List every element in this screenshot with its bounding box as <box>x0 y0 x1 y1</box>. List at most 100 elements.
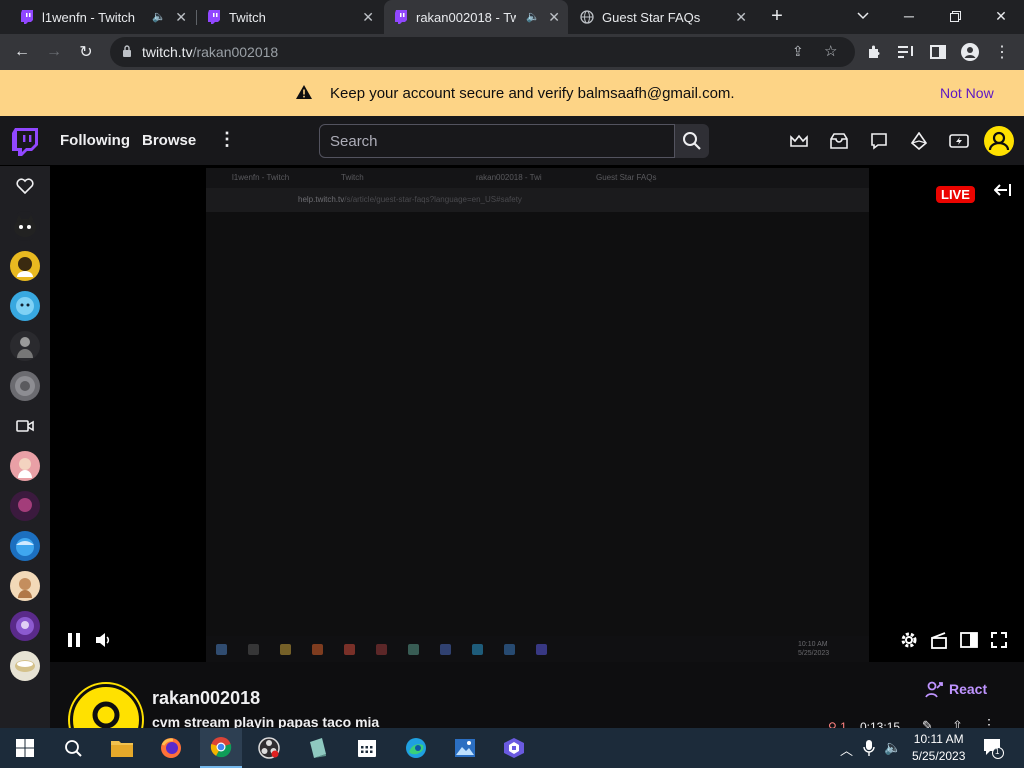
chrome-menu-icon[interactable]: ⋮ <box>990 40 1014 64</box>
react-button[interactable]: React <box>925 680 987 698</box>
captured-firefox-icon <box>312 644 323 655</box>
sidebar-channel-avatar[interactable] <box>10 611 40 641</box>
sidebar-channel-avatar[interactable] <box>10 651 40 681</box>
speaker-icon[interactable]: 🔈 <box>526 10 540 23</box>
twitch-favicon-icon <box>20 10 34 24</box>
forward-icon[interactable]: → <box>42 40 66 64</box>
windows-start-icon[interactable] <box>12 736 38 760</box>
captured-url-path: /s/article/guest-star-faqs?language=en_U… <box>344 195 522 204</box>
app-shortcut-icon[interactable] <box>305 736 331 760</box>
theatre-mode-button[interactable] <box>958 629 980 651</box>
captured-app-icon <box>408 644 419 655</box>
profile-icon[interactable] <box>958 40 982 64</box>
collapse-chat-icon[interactable] <box>993 182 1012 203</box>
captured-date: 5/25/2023 <box>798 650 830 657</box>
notification-bell-icon[interactable]: ✎ <box>922 718 933 728</box>
channel-avatar[interactable] <box>70 684 142 728</box>
share-icon[interactable]: ⇪ <box>792 43 804 60</box>
notifications-icon[interactable] <box>982 737 1004 764</box>
browser-tab-twitch[interactable]: Twitch ✕ <box>197 0 382 34</box>
restore-button[interactable] <box>932 0 978 32</box>
close-tab-icon[interactable]: ✕ <box>175 9 187 26</box>
taskbar-search-icon[interactable] <box>60 736 86 760</box>
close-tab-icon[interactable]: ✕ <box>735 9 747 26</box>
captured-search-icon <box>248 644 259 655</box>
pause-icon <box>68 633 80 647</box>
sidebar-channel-avatar[interactable] <box>10 291 40 321</box>
microphone-icon[interactable] <box>863 739 875 762</box>
whispers-icon[interactable] <box>868 130 890 152</box>
browser-tab-guest-star-faqs[interactable]: Guest Star FAQs ✕ <box>570 0 755 34</box>
browse-link[interactable]: Browse <box>142 132 196 149</box>
sidebar-channel-avatar[interactable] <box>10 531 40 561</box>
warning-icon <box>295 84 313 105</box>
more-options-icon[interactable]: ⋮ <box>982 716 996 728</box>
sidebar-channel-avatar[interactable] <box>10 331 40 361</box>
edge-icon[interactable] <box>403 736 429 760</box>
browser-tab-rakan002018[interactable]: rakan002018 - Twi 🔈 ✕ <box>384 0 568 34</box>
sidebar-channel-avatar[interactable] <box>10 451 40 481</box>
video-player[interactable]: l1wenfn - Twitch Twitch rakan002018 - Tw… <box>50 166 1024 662</box>
sidebar-channel-avatar[interactable] <box>10 251 40 281</box>
reload-icon[interactable]: ↻ <box>74 40 98 64</box>
volume-tray-icon[interactable]: 🔈 <box>884 739 901 756</box>
file-explorer-icon[interactable] <box>109 736 135 760</box>
more-menu-icon[interactable]: ⋮ <box>218 129 236 150</box>
not-now-button[interactable]: Not Now <box>940 85 994 101</box>
share-icon[interactable]: ⇧ <box>952 718 963 728</box>
sidebar-channel-avatar[interactable] <box>10 491 40 521</box>
user-silhouette-icon <box>92 701 120 728</box>
pause-button[interactable] <box>63 629 85 651</box>
volume-button[interactable] <box>92 629 114 651</box>
obs-icon[interactable] <box>256 736 282 760</box>
new-tab-button[interactable]: + <box>754 0 800 32</box>
photos-icon[interactable] <box>452 736 478 760</box>
following-link[interactable]: Following <box>60 132 130 149</box>
minimize-button[interactable]: ─ <box>886 0 932 32</box>
tab-search-icon[interactable] <box>840 0 886 32</box>
settings-button[interactable] <box>898 629 920 651</box>
twitch-top-nav: Following Browse ⋮ Search <box>0 116 1024 166</box>
close-window-button[interactable]: ✕ <box>978 0 1024 32</box>
fullscreen-button[interactable] <box>988 629 1010 651</box>
calendar-icon[interactable] <box>354 736 380 760</box>
browser-tab-l1wenfn[interactable]: l1wenfn - Twitch 🔈 ✕ <box>10 0 195 34</box>
back-icon[interactable]: ← <box>10 40 34 64</box>
address-bar[interactable]: twitch.tv/rakan002018 ⇪ ☆ <box>110 37 855 67</box>
search-icon <box>683 132 701 150</box>
speaker-icon[interactable]: 🔈 <box>152 10 166 23</box>
sidebar-channel-avatar[interactable] <box>10 211 40 241</box>
prime-crown-icon[interactable] <box>788 130 810 152</box>
twitch-logo-icon[interactable] <box>12 128 38 161</box>
system-clock[interactable]: 10:11 AM 5/25/2023 <box>912 731 965 765</box>
clip-button[interactable] <box>928 629 950 651</box>
video-camera-icon[interactable] <box>16 419 34 438</box>
captured-photos-icon <box>504 644 515 655</box>
turbo-ad-free-icon[interactable] <box>948 130 970 152</box>
sidebar-channel-avatar[interactable] <box>10 371 40 401</box>
bookmark-star-icon[interactable]: ☆ <box>824 42 837 60</box>
browser-toolbar: ← → ↻ twitch.tv/rakan002018 ⇪ ☆ ⋮ <box>0 34 1024 70</box>
sidebar-channel-avatar[interactable] <box>10 571 40 601</box>
extensions-icon[interactable] <box>862 40 886 64</box>
react-label: React <box>949 681 988 697</box>
search-button[interactable] <box>675 124 709 158</box>
stream-uptime: 0:13:15 <box>860 720 901 728</box>
tray-chevron-icon[interactable]: ︿ <box>840 740 853 759</box>
close-tab-icon[interactable]: ✕ <box>362 9 374 26</box>
captured-clock: 10:10 AM 5/25/2023 <box>798 640 829 658</box>
user-avatar[interactable] <box>984 126 1014 156</box>
bits-icon[interactable] <box>908 130 930 152</box>
firefox-icon[interactable] <box>158 736 184 760</box>
app-shortcut-icon[interactable] <box>501 736 527 760</box>
media-control-icon[interactable] <box>894 40 918 64</box>
side-panel-icon[interactable] <box>926 40 950 64</box>
close-tab-icon[interactable]: ✕ <box>548 9 560 26</box>
chrome-taskbar-icon[interactable] <box>200 728 242 768</box>
heart-icon[interactable] <box>16 178 34 199</box>
tab-title: l1wenfn - Twitch <box>42 9 135 25</box>
search-input[interactable]: Search <box>319 124 675 158</box>
inbox-icon[interactable] <box>828 130 850 152</box>
channel-name[interactable]: rakan002018 <box>152 688 260 709</box>
lock-icon[interactable] <box>122 45 132 63</box>
